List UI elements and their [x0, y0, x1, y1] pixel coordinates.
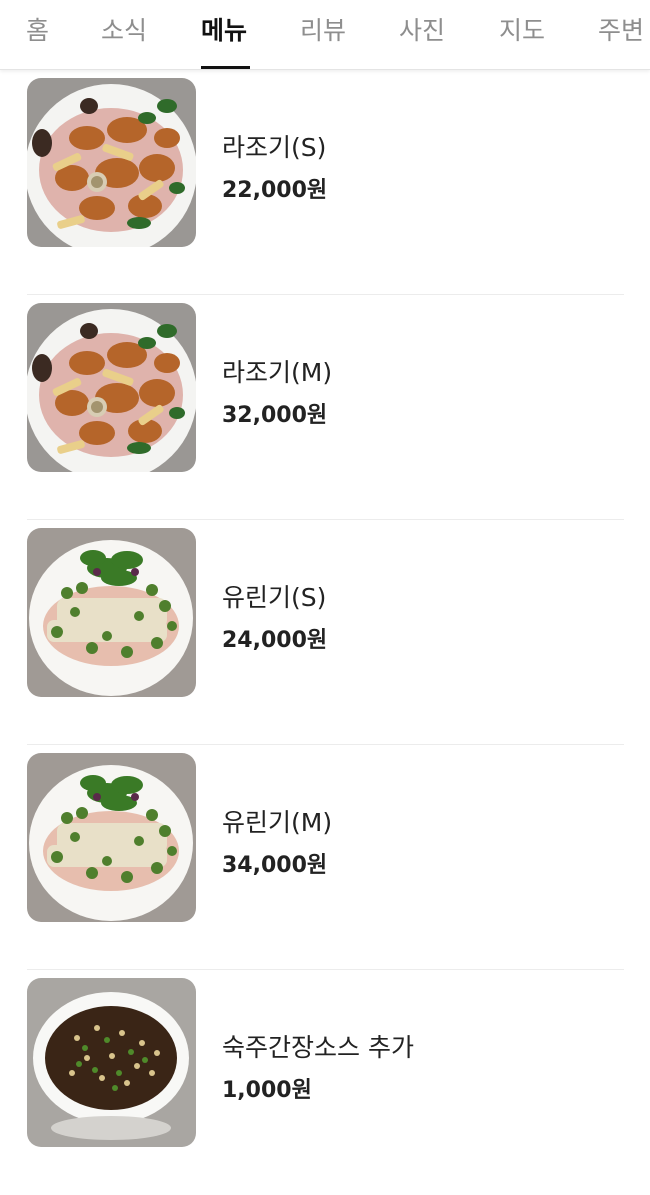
tab-map[interactable]: 지도 [499, 0, 545, 69]
menu-item-photo [27, 528, 196, 697]
tab-bar: 홈 소식 메뉴 리뷰 사진 지도 주변 [0, 0, 650, 70]
menu-item[interactable]: 숙주간장소스 추가 1,000원 [27, 970, 624, 1195]
tab-nearby[interactable]: 주변 [598, 0, 644, 69]
menu-item-price: 22,000원 [222, 178, 328, 203]
menu-item-price: 32,000원 [222, 403, 328, 428]
menu-item[interactable]: 라조기(M) 32,000원 [27, 295, 624, 520]
active-tab-indicator [201, 66, 250, 69]
menu-item[interactable]: 유린기(M) 34,000원 [27, 745, 624, 970]
menu-item-name: 라조기(S) [222, 133, 327, 162]
tab-photos[interactable]: 사진 [399, 0, 445, 69]
menu-item-price: 24,000원 [222, 628, 328, 653]
tab-reviews[interactable]: 리뷰 [300, 0, 346, 69]
tab-news[interactable]: 소식 [101, 0, 147, 69]
tab-menu[interactable]: 메뉴 [201, 0, 247, 69]
menu-item-name: 유린기(M) [222, 808, 333, 837]
menu-item[interactable]: 라조기(S) 22,000원 [27, 70, 624, 295]
menu-item-name: 숙주간장소스 추가 [222, 1033, 414, 1062]
tab-home[interactable]: 홈 [26, 0, 49, 69]
menu-item-photo [27, 978, 196, 1147]
menu-item-price: 34,000원 [222, 853, 328, 878]
menu-item-photo [27, 753, 196, 922]
menu-item-photo [27, 78, 196, 247]
menu-item-photo [27, 303, 196, 472]
menu-item-name: 유린기(S) [222, 583, 327, 612]
menu-item-price: 1,000원 [222, 1078, 312, 1103]
menu-item[interactable]: 유린기(S) 24,000원 [27, 520, 624, 745]
menu-item-name: 라조기(M) [222, 358, 333, 387]
